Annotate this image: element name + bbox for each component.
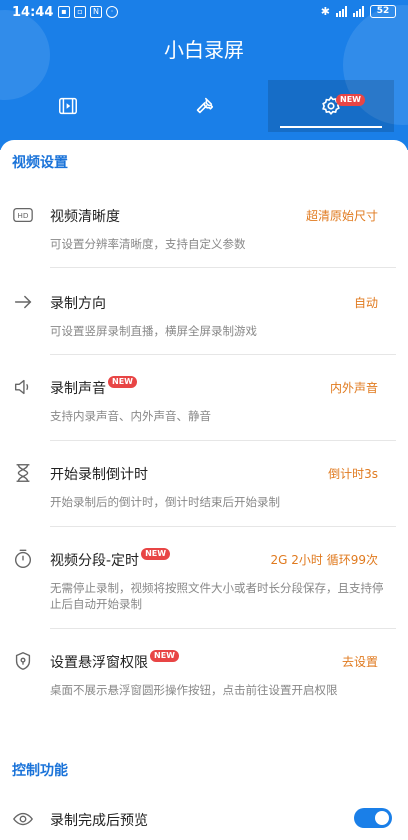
tab-indicator [280, 126, 382, 128]
status-right: ✱ 52 [321, 5, 396, 18]
divider [50, 440, 396, 441]
setting-title: 录制方向 [50, 296, 106, 312]
signal-icon [336, 6, 347, 17]
status-time: 14:44 [12, 5, 54, 20]
app-title: 小白录屏 [164, 38, 244, 62]
signal-icon [353, 6, 364, 17]
section-title-control: 控制功能 [12, 763, 68, 779]
arrow-right-icon [14, 295, 32, 309]
setting-value: 自动 [353, 296, 378, 310]
new-badge: NEW [336, 94, 365, 106]
setting-value: 内外声音 [329, 381, 378, 395]
nfc-icon: N [90, 6, 102, 18]
setting-desc: 桌面不展示悬浮窗圆形操作按钮，点击前往设置开启权限 [50, 683, 338, 697]
setting-value: 倒计时3s [328, 467, 378, 481]
control-title: 录制完成后预览 [50, 813, 148, 829]
setting-row-orientation[interactable]: 录制方向 自动 可设置竖屏录制直播，横屏全屏录制游戏 [0, 291, 408, 361]
preview-toggle[interactable] [354, 808, 392, 828]
setting-row-segment[interactable]: 视频分段-定时 NEW 2G 2小时 循环99次 无需停止录制，视频将按照文件大小… [0, 548, 408, 632]
shield-icon [15, 652, 31, 670]
settings-panel: 视频设置 HD 视频清晰度 超清原始尺寸 可设置分辨率清晰度，支持自定义参数 录… [0, 140, 408, 840]
tab-video[interactable] [0, 80, 136, 132]
notification-icon: ▪ [58, 6, 70, 18]
divider [50, 354, 396, 355]
screen: 14:44 ▪ ▫ N · ✱ 52 小白录屏 NEW 视频设置 HD 视频清晰… [0, 0, 408, 840]
eye-icon [13, 812, 33, 826]
section-title-video: 视频设置 [12, 155, 68, 171]
status-bar: 14:44 ▪ ▫ N · ✱ 52 [0, 0, 408, 26]
setting-value: 超清原始尺寸 [305, 209, 378, 223]
bluetooth-icon: ✱ [320, 5, 330, 18]
hd-icon: HD [13, 207, 33, 223]
setting-desc: 无需停止录制，视频将按照文件大小或者时长分段保存，且支持停止后自动开始录制 [50, 581, 384, 611]
status-notification-icons: ▪ ▫ N · [58, 6, 118, 18]
divider [50, 526, 396, 527]
setting-desc: 支持内录声音、内外声音、静音 [50, 409, 211, 423]
setting-title: 开始录制倒计时 [50, 467, 148, 483]
setting-row-countdown[interactable]: 开始录制倒计时 倒计时3s 开始录制后的倒计时，倒计时结束后开始录制 [0, 462, 408, 532]
setting-desc: 可设置竖屏录制直播，横屏全屏录制游戏 [50, 324, 257, 338]
setting-title: 录制声音 NEW [50, 376, 137, 398]
new-badge: NEW [150, 650, 179, 662]
setting-row-resolution[interactable]: HD 视频清晰度 超清原始尺寸 可设置分辨率清晰度，支持自定义参数 [0, 204, 408, 274]
speaker-icon [14, 379, 29, 395]
timer-icon [14, 549, 32, 568]
film-icon [59, 97, 77, 115]
divider [50, 267, 396, 268]
header: 14:44 ▪ ▫ N · ✱ 52 小白录屏 NEW [0, 0, 408, 150]
wrench-icon [196, 97, 214, 114]
setting-title: 视频清晰度 [50, 209, 120, 225]
hourglass-icon [16, 464, 30, 482]
alarm-icon: · [106, 6, 118, 18]
new-badge: NEW [141, 548, 171, 560]
setting-desc: 可设置分辨率清晰度，支持自定义参数 [50, 237, 246, 251]
control-row-preview: 录制完成后预览 [0, 808, 408, 838]
battery-icon: 52 [370, 5, 396, 18]
image-icon: ▫ [74, 6, 86, 18]
setting-value: 2G 2小时 循环99次 [270, 553, 378, 567]
tab-settings[interactable]: NEW [268, 80, 394, 132]
divider [50, 628, 396, 629]
setting-row-audio[interactable]: 录制声音 NEW 内外声音 支持内录声音、内外声音、静音 [0, 376, 408, 446]
setting-desc: 开始录制后的倒计时，倒计时结束后开始录制 [50, 495, 280, 509]
new-badge: NEW [108, 376, 137, 388]
tab-tools[interactable] [136, 80, 272, 132]
setting-row-floating-permission[interactable]: 设置悬浮窗权限 NEW 去设置 桌面不展示悬浮窗圆形操作按钮，点击前往设置开启权限 [0, 650, 408, 720]
setting-title: 视频分段-定时 NEW [50, 548, 171, 570]
setting-title: 设置悬浮窗权限 NEW [50, 650, 179, 672]
setting-value: 去设置 [341, 655, 378, 669]
tab-bar: NEW [0, 80, 408, 132]
svg-text:HD: HD [17, 211, 29, 220]
